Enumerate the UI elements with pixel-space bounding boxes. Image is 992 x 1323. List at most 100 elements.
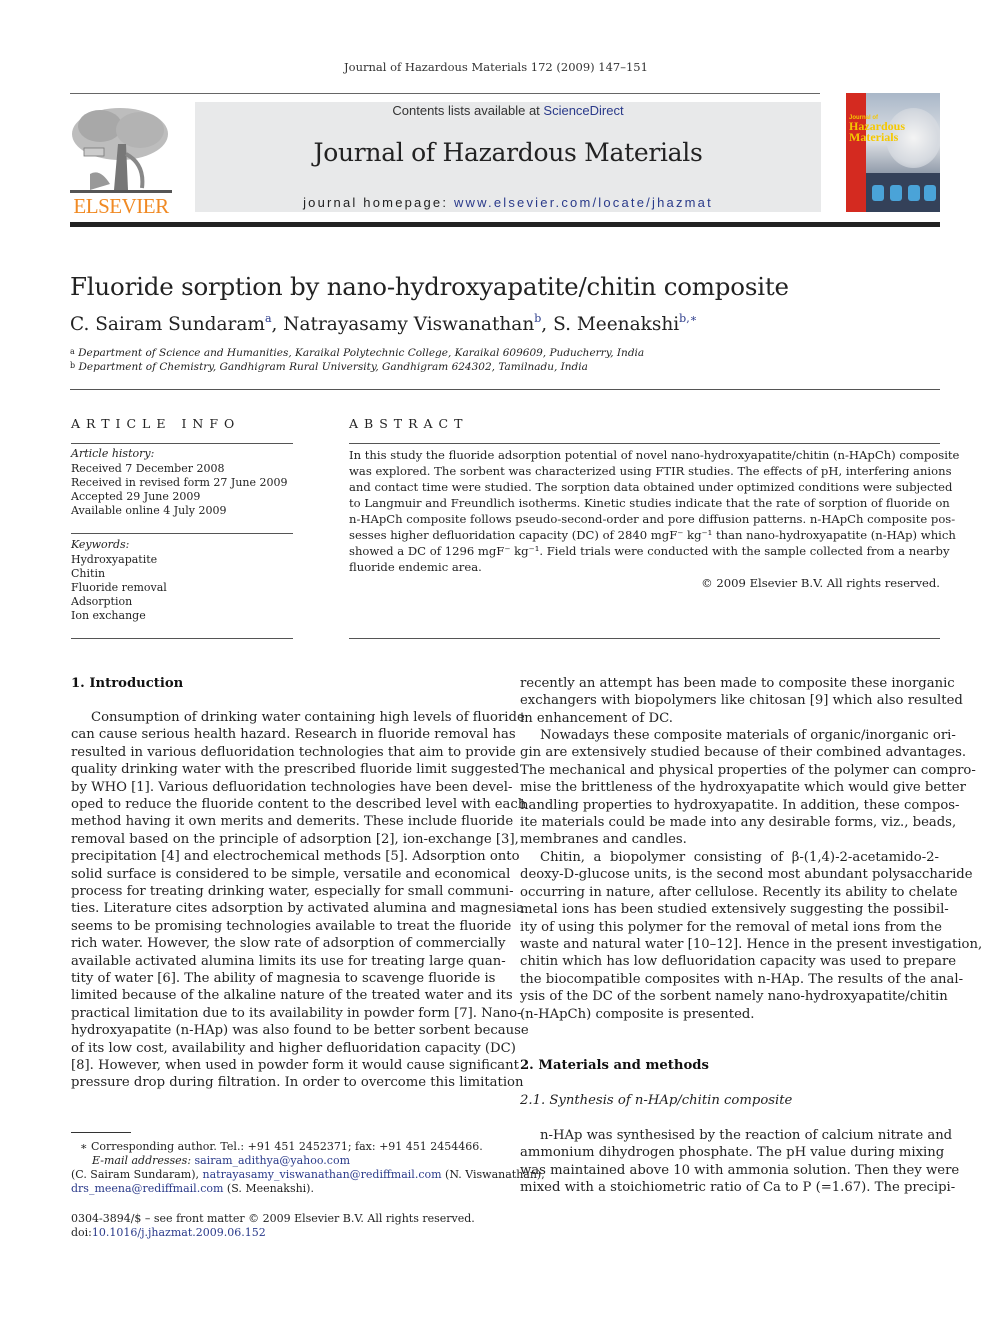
running-head: Journal of Hazardous Materials 172 (2009…: [344, 60, 648, 74]
body-text-line: exchangers with biopolymers like chitosa…: [520, 693, 963, 709]
body-text-line: Consumption of drinking water containing…: [91, 710, 525, 725]
abstract-copyright: © 2009 Elsevier B.V. All rights reserved…: [701, 576, 940, 590]
email-link[interactable]: drs_meena@rediffmail.com: [71, 1182, 223, 1195]
doi-link[interactable]: 10.1016/j.jhazmat.2009.06.152: [92, 1226, 266, 1239]
journal-name: Journal of Hazardous Materials: [313, 138, 703, 167]
body-text-line: quality drinking water with the prescrib…: [71, 762, 520, 778]
footnote-rule: [71, 1132, 131, 1133]
body-text-line: recently an attempt has been made to com…: [520, 676, 955, 691]
article-title: Fluoride sorption by nano-hydroxyapatite…: [70, 272, 789, 301]
body-text-line: method having it own merits and demerits…: [71, 814, 514, 830]
body-text-line: pressure drop during filtration. In orde…: [71, 1075, 524, 1091]
body-text-line: solid surface is considered to be simple…: [71, 866, 511, 882]
cover-tank: [924, 185, 936, 201]
body-text-line: [8]. However, when used in powder form i…: [71, 1058, 519, 1073]
author-name: S. Meenakshi: [553, 314, 680, 335]
masthead-bottom-rule: [70, 222, 940, 227]
abstract-line: to Langmuir and Freundlich isotherms. Ki…: [349, 496, 950, 510]
cover-tank: [908, 185, 920, 201]
homepage-link[interactable]: www.elsevier.com/locate/jhazmat: [454, 195, 713, 210]
keyword: Adsorption: [71, 595, 133, 608]
abstract-heading: ABSTRACT: [349, 416, 469, 431]
history-item: Received 7 December 2008: [71, 462, 225, 475]
body-text-line: hydroxyapatite (n-HAp) was also found to…: [71, 1023, 529, 1039]
body-text-line: metal ions has been studied extensively …: [520, 902, 949, 918]
body-text-line: ity of using this polymer for the remova…: [520, 919, 942, 935]
body-text-line: resulted in various defluoridation techn…: [71, 744, 516, 760]
body-text-line: limited because of the alkaline nature o…: [71, 988, 513, 1004]
history-item: Received in revised form 27 June 2009: [71, 476, 288, 489]
keywords-label: Keywords:: [71, 538, 130, 551]
affiliation-text: Department of Science and Humanities, Ka…: [78, 347, 645, 359]
tree-icon: [70, 108, 172, 193]
body-text-line: occurring in nature, after cellulose. Re…: [520, 884, 958, 900]
elsevier-wordmark: ELSEVIER: [73, 194, 169, 218]
cover-red-band: [846, 93, 866, 212]
abstract-line: sesses higher defluoridation capacity (D…: [349, 528, 956, 542]
body-text-line: practical limitation due to its availabi…: [71, 1005, 522, 1021]
header-rule: [70, 389, 940, 390]
body-text-line: (n-HApCh) composite is presented.: [520, 1006, 755, 1022]
body-text-line: rich water. However, the slow rate of ad…: [71, 936, 506, 952]
email-label: E-mail addresses:: [92, 1154, 195, 1167]
article-info-rule: [71, 443, 293, 444]
keyword: Chitin: [71, 567, 106, 580]
email-line: (C. Sairam Sundaram), natrayasamy_viswan…: [71, 1168, 545, 1181]
body-text-line: by WHO [1]. Various defluoridation techn…: [71, 779, 513, 795]
author-affiliation-mark[interactable]: b,∗: [679, 312, 697, 325]
sciencedirect-link[interactable]: ScienceDirect: [543, 103, 623, 118]
body-text-line: of its low cost, availability and higher…: [71, 1040, 516, 1056]
email-owner: (C. Sairam Sundaram),: [71, 1168, 203, 1181]
body-text-line: oped to reduce the fluoride content to t…: [71, 797, 527, 812]
body-text-line: waste and natural water [10–12]. Hence i…: [520, 937, 983, 952]
keywords-rule: [71, 533, 293, 534]
author-name: Natrayasamy Viswanathan: [283, 314, 535, 335]
body-text-line: tity of water [6]. The ability of magnes…: [71, 971, 496, 986]
body-text-line: precipitation [4] and electrochemical me…: [71, 849, 520, 865]
body-text-line: can cause serious health hazard. Researc…: [71, 727, 516, 743]
abstract-line: n-HApCh composite follows pseudo-second-…: [349, 512, 956, 526]
body-text-line: the biocompatible composites with n-HAp.…: [520, 971, 964, 987]
cover-title-line2: Materials: [849, 130, 899, 144]
doi-label: doi:: [71, 1226, 92, 1239]
keyword: Fluoride removal: [71, 581, 167, 594]
cover-tank: [890, 185, 902, 201]
affiliation: a Department of Science and Humanities, …: [70, 347, 644, 359]
body-text-line: ties. Literature cites adsorption by act…: [71, 901, 525, 917]
body-text-line: deoxy-D-glucose units, is the second mos…: [520, 867, 973, 883]
journal-cover-image: Journal of Hazardous Materials: [846, 93, 940, 212]
affiliation: b Department of Chemistry, Gandhigram Ru…: [70, 361, 588, 373]
body-text-line: ysis of the DC of the sorbent namely nan…: [520, 989, 948, 1005]
author-list: C. Sairam Sundarama, Natrayasamy Viswana…: [70, 312, 698, 335]
abstract-rule: [349, 443, 940, 444]
doi-line: doi:10.1016/j.jhazmat.2009.06.152: [71, 1226, 266, 1239]
abstract-line: showed a DC of 1296 mgF⁻ kg⁻¹. Field tri…: [349, 544, 950, 558]
email-line: drs_meena@rediffmail.com (S. Meenakshi).: [71, 1182, 314, 1195]
email-link[interactable]: natrayasamy_viswanathan@rediffmail.com: [203, 1168, 442, 1181]
abstract-line: and contact time were studied. The sorpt…: [349, 480, 953, 494]
body-text-line: n-HAp was synthesised by the reaction of…: [540, 1128, 953, 1143]
body-text-line: Chitin, a biopolymer consisting of β-(1,…: [540, 850, 939, 865]
author-affiliation-mark[interactable]: a: [265, 312, 272, 325]
email-line: E-mail addresses: sairam_adithya@yahoo.c…: [92, 1154, 350, 1167]
body-text-line: mixed with a stoichiometric ratio of Ca …: [520, 1180, 956, 1196]
body-text-line: removal based on the principle of adsorp…: [71, 831, 519, 847]
journal-homepage: journal homepage: www.elsevier.com/locat…: [195, 195, 821, 210]
body-text-line: available activated alumina limits its u…: [71, 953, 506, 969]
article-history-label: Article history:: [71, 447, 155, 460]
author-affiliation-mark[interactable]: b: [534, 312, 541, 325]
abstract-line: fluoride endemic area.: [349, 560, 482, 574]
abstract-line: was explored. The sorbent was characteri…: [349, 464, 952, 478]
cover-title: Hazardous Materials: [849, 120, 905, 144]
body-text-line: process for treating drinking water, esp…: [71, 884, 514, 899]
email-link[interactable]: sairam_adithya@yahoo.com: [195, 1154, 350, 1167]
section-heading-materials: 2. Materials and methods: [520, 1058, 709, 1073]
article-info-heading: ARTICLE INFO: [71, 416, 241, 431]
affiliation-mark: b: [70, 361, 76, 370]
body-text-line: Nowadays these composite materials of or…: [540, 728, 956, 743]
contents-prefix: Contents lists available at: [392, 103, 544, 118]
issn-line: 0304-3894/$ – see front matter © 2009 El…: [71, 1212, 475, 1225]
author-name: C. Sairam Sundaram: [70, 314, 265, 335]
abstract-bottom-rule: [349, 638, 940, 639]
homepage-prefix: journal homepage:: [303, 195, 454, 210]
